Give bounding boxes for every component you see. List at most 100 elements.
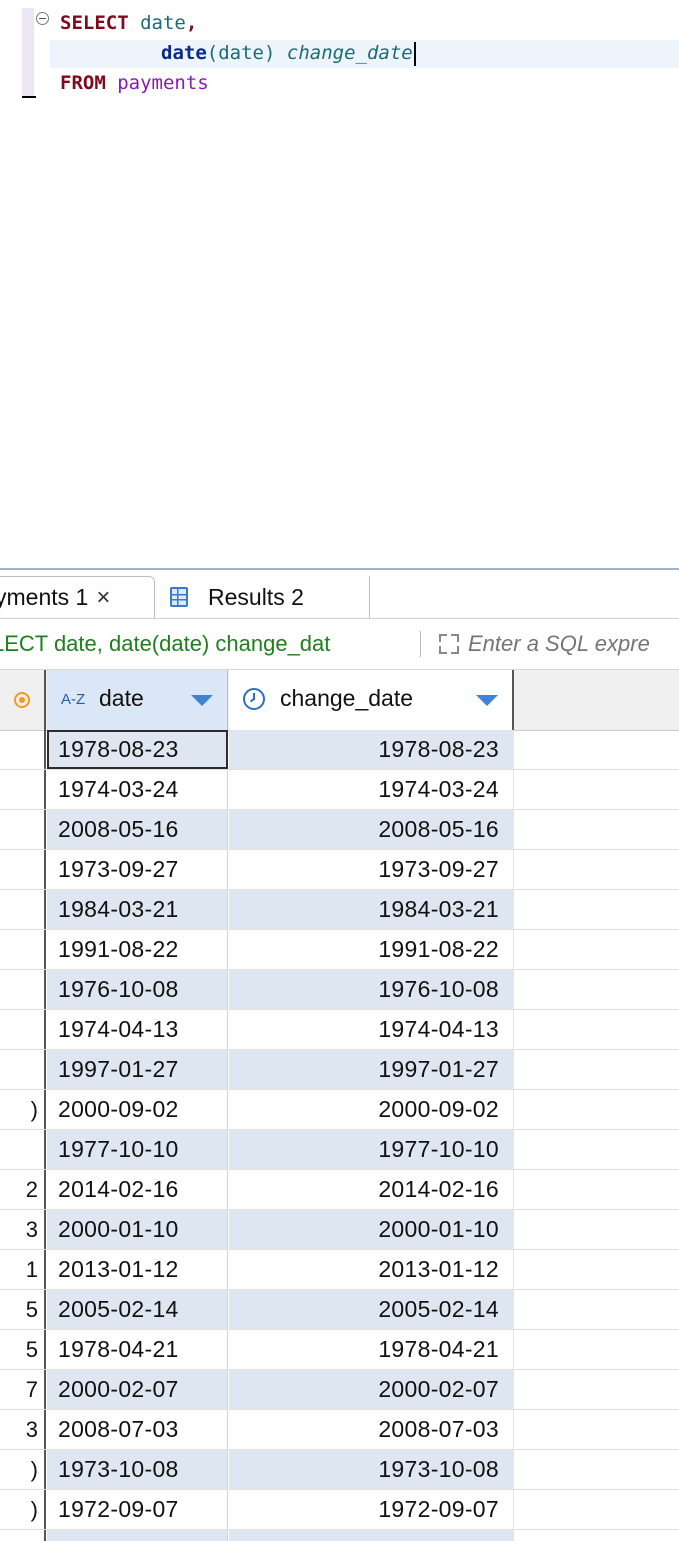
- cell-date[interactable]: 1974-03-24: [47, 770, 228, 809]
- row-number[interactable]: 1: [0, 1250, 46, 1289]
- column-header-change-date[interactable]: change_date: [229, 670, 514, 730]
- cell-change-date[interactable]: 2005-02-14: [229, 1290, 514, 1329]
- table-row[interactable]: 1991-08-22 1991-08-22: [0, 930, 679, 970]
- row-number[interactable]: [0, 1010, 46, 1049]
- table-row[interactable]: 1999-07-191999-07-19: [0, 1530, 679, 1541]
- cell-change-date[interactable]: 1973-09-27: [229, 850, 514, 889]
- cell-change-date[interactable]: 2000-01-10: [229, 1210, 514, 1249]
- table-row[interactable]: 1977-10-10 1977-10-10: [0, 1130, 679, 1170]
- cell-date[interactable]: 2000-02-07: [47, 1370, 228, 1409]
- cell-change-date[interactable]: 1978-08-23: [229, 730, 514, 769]
- tab-results-2[interactable]: Results 2: [160, 576, 370, 618]
- cell-change-date[interactable]: 1974-04-13: [229, 1010, 514, 1049]
- collapse-icon[interactable]: [36, 12, 49, 25]
- row-number[interactable]: 2: [0, 1170, 46, 1209]
- row-number[interactable]: [0, 1530, 46, 1541]
- table-row[interactable]: 1997-01-27 1997-01-27: [0, 1050, 679, 1090]
- row-number[interactable]: [0, 770, 46, 809]
- code-line-1[interactable]: SELECT date,: [60, 10, 197, 36]
- column-header-date[interactable]: A-Z date: [47, 670, 228, 730]
- cell-change-date[interactable]: 2000-09-02: [229, 1090, 514, 1129]
- cell-date[interactable]: 1984-03-21: [47, 890, 228, 929]
- row-number[interactable]: [0, 970, 46, 1009]
- cell-change-date[interactable]: 1978-04-21: [229, 1330, 514, 1369]
- cell-date[interactable]: 1972-09-07: [47, 1490, 228, 1529]
- cell-date[interactable]: 1978-04-21: [47, 1330, 228, 1369]
- cell-date[interactable]: 1978-08-23: [47, 730, 228, 769]
- table-row[interactable]: 1978-08-23 1978-08-23: [0, 730, 679, 770]
- cell-change-date[interactable]: 1997-01-27: [229, 1050, 514, 1089]
- sort-arrow-icon[interactable]: [191, 695, 213, 706]
- cell-date[interactable]: 1973-09-27: [47, 850, 228, 889]
- table-row[interactable]: 2 2014-02-16 2014-02-16: [0, 1170, 679, 1210]
- cell-date[interactable]: 1991-08-22: [47, 930, 228, 969]
- table-row[interactable]: 3 2000-01-10 2000-01-10: [0, 1210, 679, 1250]
- table-row[interactable]: 2008-05-16 2008-05-16: [0, 810, 679, 850]
- cell-date[interactable]: 2014-02-16: [47, 1170, 228, 1209]
- cell-change-date[interactable]: 2014-02-16: [229, 1170, 514, 1209]
- row-number[interactable]: [0, 810, 46, 849]
- table-row[interactable]: 1976-10-08 1976-10-08: [0, 970, 679, 1010]
- cell-date[interactable]: 2000-09-02: [47, 1090, 228, 1129]
- cell-change-date[interactable]: 1984-03-21: [229, 890, 514, 929]
- table-row[interactable]: ) 2000-09-02 2000-09-02: [0, 1090, 679, 1130]
- cell-change-date[interactable]: 2013-01-12: [229, 1250, 514, 1289]
- row-number[interactable]: [0, 1130, 46, 1169]
- row-number[interactable]: [0, 1050, 46, 1089]
- record-radio-icon[interactable]: [14, 692, 30, 708]
- table-row[interactable]: 1973-09-27 1973-09-27: [0, 850, 679, 890]
- close-icon[interactable]: ×: [96, 584, 110, 612]
- table-row[interactable]: 5 2005-02-14 2005-02-14: [0, 1290, 679, 1330]
- sql-editor[interactable]: SELECT date, date(date) change_date FROM…: [0, 0, 679, 568]
- cell-date[interactable]: 2005-02-14: [47, 1290, 228, 1329]
- cell-date[interactable]: 1999-07-19: [47, 1530, 228, 1541]
- expand-icon[interactable]: [439, 634, 459, 654]
- table-row[interactable]: 1 2013-01-12 2013-01-12: [0, 1250, 679, 1290]
- sort-arrow-icon[interactable]: [476, 695, 498, 706]
- code-line-2[interactable]: date(date) change_date: [161, 40, 416, 66]
- cell-date[interactable]: 1977-10-10: [47, 1130, 228, 1169]
- row-number[interactable]: [0, 890, 46, 929]
- cell-change-date[interactable]: 1974-03-24: [229, 770, 514, 809]
- code-line-3[interactable]: FROM payments: [60, 70, 209, 96]
- table-row[interactable]: 1974-03-24 1974-03-24: [0, 770, 679, 810]
- table-row[interactable]: 3 2008-07-03 2008-07-03: [0, 1410, 679, 1450]
- row-number[interactable]: 5: [0, 1330, 46, 1369]
- cell-date[interactable]: 1997-01-27: [47, 1050, 228, 1089]
- cell-change-date[interactable]: 1976-10-08: [229, 970, 514, 1009]
- cell-change-date[interactable]: 1972-09-07: [229, 1490, 514, 1529]
- cell-change-date[interactable]: 1999-07-19: [229, 1530, 514, 1541]
- table-row[interactable]: 7 2000-02-07 2000-02-07: [0, 1370, 679, 1410]
- cell-date[interactable]: 2013-01-12: [47, 1250, 228, 1289]
- row-number[interactable]: ): [0, 1450, 46, 1489]
- row-number[interactable]: 3: [0, 1410, 46, 1449]
- row-number[interactable]: 7: [0, 1370, 46, 1409]
- cell-date[interactable]: 2000-01-10: [47, 1210, 228, 1249]
- table-row[interactable]: ) 1973-10-08 1973-10-08: [0, 1450, 679, 1490]
- row-number[interactable]: [0, 730, 46, 769]
- row-number[interactable]: ): [0, 1090, 46, 1129]
- cell-change-date[interactable]: 1973-10-08: [229, 1450, 514, 1489]
- row-number[interactable]: 3: [0, 1210, 46, 1249]
- cell-change-date[interactable]: 1991-08-22: [229, 930, 514, 969]
- tab-payments-1[interactable]: yments 1 ×: [0, 576, 155, 618]
- cell-date[interactable]: 2008-07-03: [47, 1410, 228, 1449]
- cell-date[interactable]: 1976-10-08: [47, 970, 228, 1009]
- cell-change-date[interactable]: 1977-10-10: [229, 1130, 514, 1169]
- filter-input[interactable]: [468, 631, 679, 657]
- table-row[interactable]: ) 1972-09-07 1972-09-07: [0, 1490, 679, 1530]
- row-number[interactable]: 5: [0, 1290, 46, 1329]
- table-row[interactable]: 1984-03-21 1984-03-21: [0, 890, 679, 930]
- cell-change-date[interactable]: 2008-07-03: [229, 1410, 514, 1449]
- cell-date[interactable]: 1974-04-13: [47, 1010, 228, 1049]
- results-grid[interactable]: A-Z date change_date 1978-08-23 1978-08-2…: [0, 670, 679, 1541]
- cell-date[interactable]: 1973-10-08: [47, 1450, 228, 1489]
- row-number[interactable]: ): [0, 1490, 46, 1529]
- table-row[interactable]: 5 1978-04-21 1978-04-21: [0, 1330, 679, 1370]
- row-number[interactable]: [0, 850, 46, 889]
- cell-change-date[interactable]: 2008-05-16: [229, 810, 514, 849]
- table-row[interactable]: 1974-04-13 1974-04-13: [0, 1010, 679, 1050]
- cell-change-date[interactable]: 2000-02-07: [229, 1370, 514, 1409]
- cell-date[interactable]: 2008-05-16: [47, 810, 228, 849]
- row-number[interactable]: [0, 930, 46, 969]
